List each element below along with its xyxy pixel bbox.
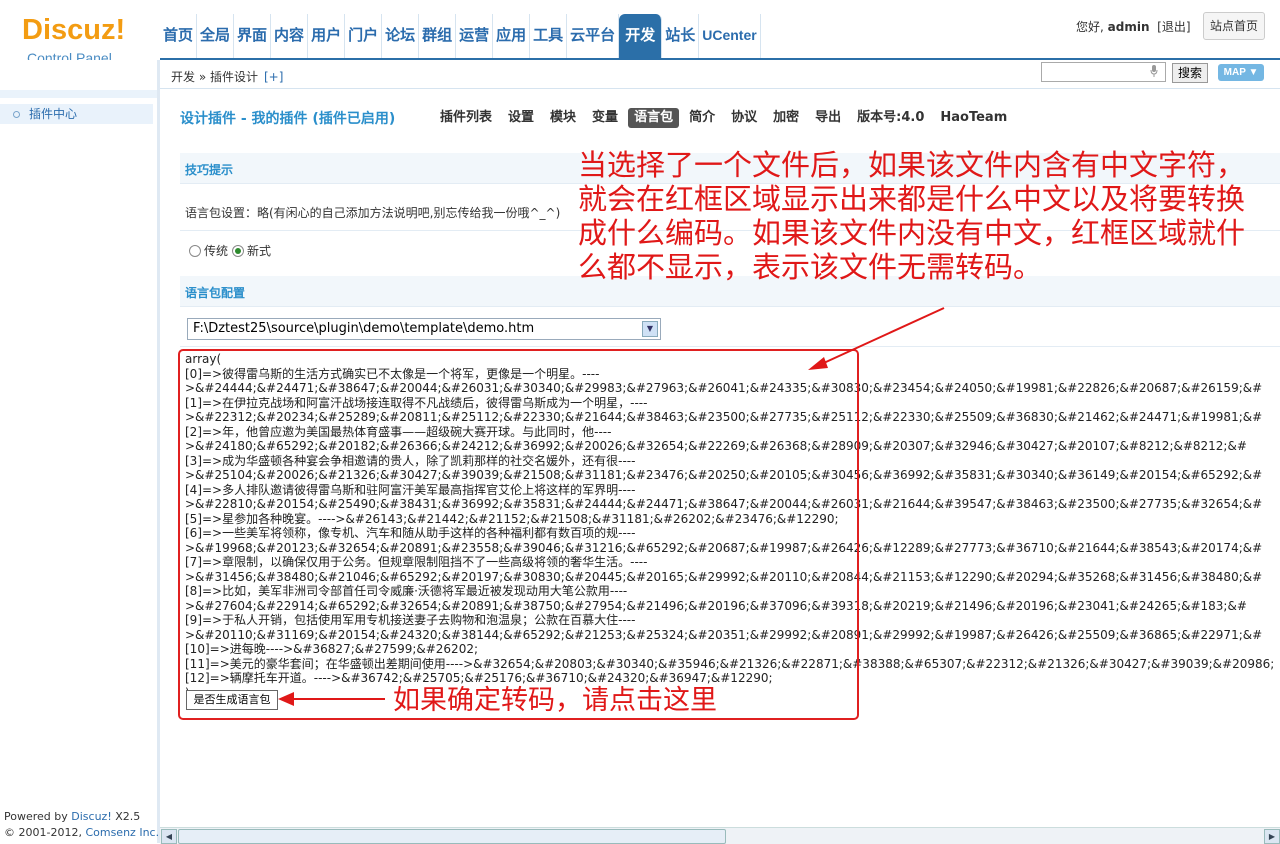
scroll-left-icon[interactable]: ◀: [161, 829, 177, 844]
arrow-to-button: [278, 692, 385, 706]
scroll-right-icon[interactable]: ▶: [1264, 829, 1280, 844]
scrollbar-thumb[interactable]: [178, 829, 726, 844]
arrow-to-box: [808, 307, 945, 370]
annotation-arrows: [278, 307, 945, 706]
